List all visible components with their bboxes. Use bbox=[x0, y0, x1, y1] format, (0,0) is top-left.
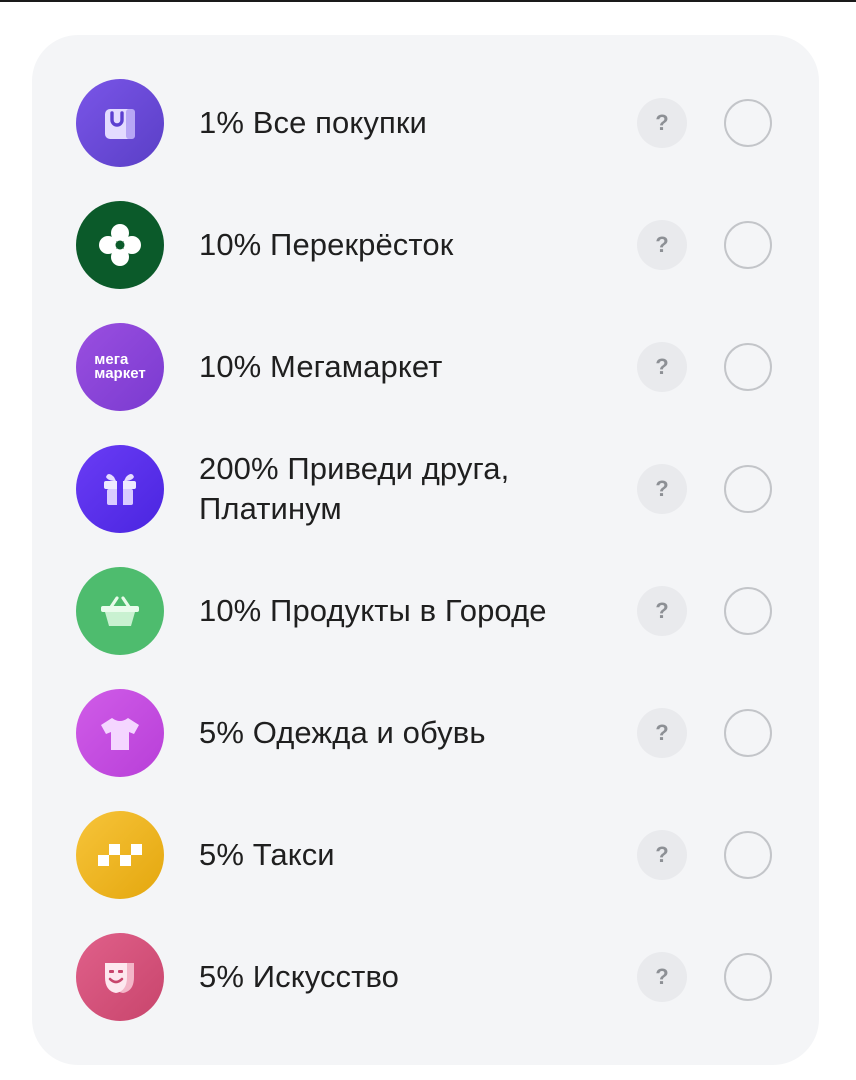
select-radio[interactable] bbox=[724, 587, 772, 635]
list-item[interactable]: 10% Продукты в Городе ? bbox=[32, 556, 819, 666]
perekrestok-logo-icon bbox=[76, 201, 164, 289]
tshirt-icon bbox=[76, 689, 164, 777]
help-button[interactable]: ? bbox=[637, 586, 687, 636]
list-item[interactable]: 200% Приведи друга, Платинум ? bbox=[32, 434, 819, 544]
help-button[interactable]: ? bbox=[637, 952, 687, 1002]
select-radio[interactable] bbox=[724, 831, 772, 879]
select-radio[interactable] bbox=[724, 343, 772, 391]
select-radio[interactable] bbox=[724, 709, 772, 757]
megamarket-logo-text-2: маркет bbox=[94, 365, 146, 382]
list-item[interactable]: 1% Все покупки ? bbox=[32, 68, 819, 178]
list-item[interactable]: мега маркет 10% Мегамаркет ? bbox=[32, 312, 819, 422]
help-button[interactable]: ? bbox=[637, 220, 687, 270]
category-label: 5% Одежда и обувь bbox=[199, 715, 486, 750]
category-label: 10% Продукты в Городе bbox=[199, 593, 547, 628]
help-button[interactable]: ? bbox=[637, 830, 687, 880]
gift-icon bbox=[76, 445, 164, 533]
select-radio[interactable] bbox=[724, 465, 772, 513]
select-radio[interactable] bbox=[724, 99, 772, 147]
category-label: 5% Искусство bbox=[199, 959, 400, 994]
help-button[interactable]: ? bbox=[637, 708, 687, 758]
list-item[interactable]: 5% Искусство ? bbox=[32, 922, 819, 1032]
category-label: 10% Мегамаркет bbox=[199, 349, 443, 384]
list-item[interactable]: 5% Одежда и обувь ? bbox=[32, 678, 819, 788]
shopping-bag-icon bbox=[76, 79, 164, 167]
top-divider bbox=[0, 0, 856, 2]
taxi-checker-icon bbox=[76, 811, 164, 899]
megamarket-logo-icon: мега маркет bbox=[76, 323, 164, 411]
theatre-mask-icon bbox=[76, 933, 164, 1021]
category-label: 1% Все покупки bbox=[199, 105, 427, 140]
category-label: 10% Перекрёсток bbox=[199, 227, 454, 262]
help-button[interactable]: ? bbox=[637, 98, 687, 148]
help-button[interactable]: ? bbox=[637, 342, 687, 392]
cashback-category-list: 1% Все покупки ? 10% Перекрёсток ? мега … bbox=[32, 35, 819, 1065]
category-label: 200% Приведи друга, Платинум bbox=[199, 451, 510, 526]
select-radio[interactable] bbox=[724, 221, 772, 269]
select-radio[interactable] bbox=[724, 953, 772, 1001]
category-label: 5% Такси bbox=[199, 837, 335, 872]
list-item[interactable]: 10% Перекрёсток ? bbox=[32, 190, 819, 300]
basket-icon bbox=[76, 567, 164, 655]
list-item[interactable]: 5% Такси ? bbox=[32, 800, 819, 910]
help-button[interactable]: ? bbox=[637, 464, 687, 514]
